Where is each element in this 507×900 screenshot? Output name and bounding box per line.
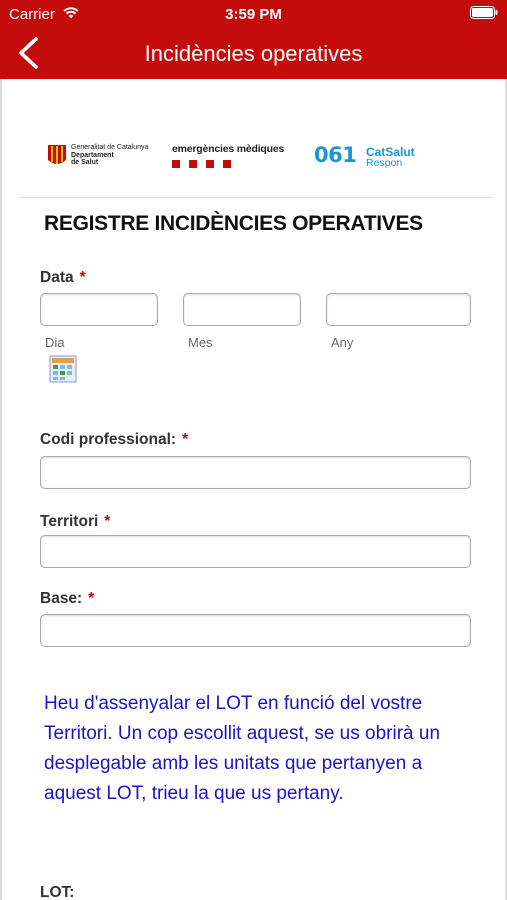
base-input[interactable] <box>40 614 471 647</box>
year-sublabel: Any <box>331 335 354 350</box>
sem-logo-text: emergències mèdiques <box>172 143 285 155</box>
month-sublabel: Mes <box>188 335 213 350</box>
gencat-line2: Departament <box>71 151 114 159</box>
form-title: REGISTRE INCIDÈNCIES OPERATIVES <box>44 212 423 235</box>
sem-logo: emergències mèdiques <box>172 143 302 171</box>
clock: 3:59 PM <box>225 6 282 23</box>
day-input[interactable] <box>40 293 158 326</box>
required-mark: * <box>182 431 189 448</box>
logo-061: 061 <box>314 143 357 167</box>
base-label: Base: * <box>40 590 95 607</box>
logo-respon: Respon <box>366 157 403 169</box>
logos-banner: Generalitat de Catalunya Departament de … <box>47 141 447 173</box>
divider <box>20 197 492 198</box>
required-mark: * <box>104 513 111 530</box>
gencat-logo: Generalitat de Catalunya Departament de … <box>47 144 167 170</box>
lot-instructions: Heu d'assenyalar el LOT en funció del vo… <box>44 693 441 804</box>
calendar-icon[interactable] <box>49 355 77 383</box>
battery-icon <box>470 6 498 19</box>
status-bar: Carrier 3:59 PM <box>0 0 507 28</box>
month-input[interactable] <box>183 293 301 326</box>
required-mark: * <box>88 590 95 607</box>
territory-input[interactable] <box>40 535 471 568</box>
page-title: Incidències operatives <box>144 41 363 66</box>
date-label: Data * <box>40 269 86 286</box>
professional-code-input[interactable] <box>40 456 471 489</box>
year-input[interactable] <box>326 293 471 326</box>
territory-label: Territori * <box>40 513 111 530</box>
required-mark: * <box>79 269 86 286</box>
catsalut-logo: 061 CatSalut Respon <box>314 143 434 171</box>
lot-label: LOT: <box>40 884 75 900</box>
navigation-bar: Carrier 3:59 PM Incidències operatives <box>0 0 507 79</box>
gencat-line3: de Salut <box>71 159 99 166</box>
day-sublabel: Dia <box>45 335 65 350</box>
professional-code-label: Codi professional: * <box>40 431 189 448</box>
gencat-line1: Generalitat de Catalunya <box>71 144 149 151</box>
sem-squares-icon <box>172 160 231 168</box>
gencat-emblem-icon <box>48 145 66 164</box>
form-content[interactable]: Generalitat de Catalunya Departament de … <box>0 79 507 900</box>
